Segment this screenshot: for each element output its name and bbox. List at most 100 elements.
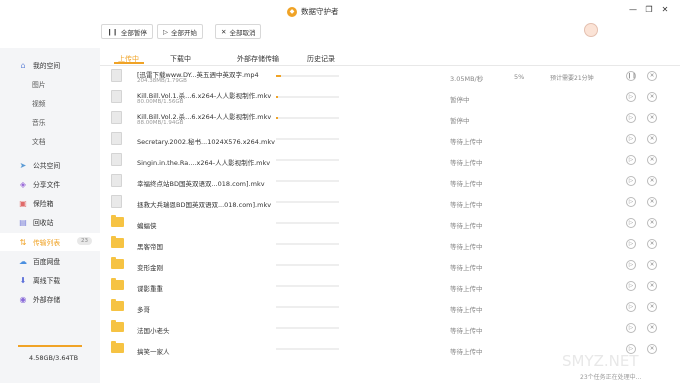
file-size: 204.38MB/1.79GB [137,78,187,84]
list-item[interactable]: 谍影重重 等待上传中 ▷ ✕ [100,276,680,297]
transfer-status: 等待上传中 [450,180,483,188]
progress-bar [276,264,339,266]
storage-usage-bar [18,345,82,347]
cancel-task-button[interactable]: ✕ [647,197,657,207]
cancel-task-button[interactable]: ✕ [647,218,657,228]
pause-all-button[interactable]: ❙❙ 全部暂停 [101,24,153,39]
active-tab-indicator [114,62,144,64]
cancel-task-button[interactable]: ✕ [647,155,657,165]
list-item[interactable]: [迅雷下载www.DY...英五週中英双字.mp4 204.38MB/1.79GB… [100,66,680,87]
cancel-task-button[interactable]: ✕ [647,323,657,333]
start-task-button[interactable]: ▷ [626,113,636,123]
start-task-button[interactable]: ▷ [626,323,636,333]
safe-icon: ▣ [19,198,27,208]
progress-bar [276,138,339,140]
restore-icon[interactable]: ❐ [642,3,656,17]
list-item[interactable]: 法国小老头 等待上传中 ▷ ✕ [100,318,680,339]
cancel-task-button[interactable]: ✕ [647,281,657,291]
sidebar-item-public-space[interactable]: ➤ 公共空间 [0,156,100,174]
file-name: 蝙蝠侠 [137,222,157,230]
progress-bar [276,348,339,350]
progress-bar [276,159,339,161]
start-task-button[interactable]: ▷ [626,218,636,228]
start-task-button[interactable]: ▷ [626,92,636,102]
list-item[interactable]: Kill.Bill.Vol.1.杀...6.x264-人人影视制作.mkv 80.… [100,87,680,108]
start-task-button[interactable]: ▷ [626,260,636,270]
sidebar-item-baidu-pan[interactable]: ☁ 百度网盘 [0,252,100,270]
pause-icon: ❙❙ [107,27,118,36]
sidebar-item-label: 音乐 [32,119,46,127]
progress-fill [276,75,282,77]
video-file-icon [111,90,122,103]
tab-external-storage-transfer[interactable]: 外部存储传输 [237,54,279,64]
cancel-all-button[interactable]: ✕ 全部取消 [215,24,262,39]
cancel-task-button[interactable]: ✕ [647,134,657,144]
list-item[interactable]: 拯救大兵瑞恩BD国英双语双...018.com].mkv 等待上传中 ▷ ✕ [100,192,680,213]
cancel-task-button[interactable]: ✕ [647,92,657,102]
sidebar-item-label: 图片 [32,81,46,89]
transfer-status: 暂停中 [450,96,470,104]
sidebar-item-my-space[interactable]: ⌂ 我的空间 [0,56,100,74]
sidebar-item-label: 公共空间 [33,162,61,170]
sidebar-item-safe[interactable]: ▣ 保险箱 [0,194,100,212]
start-task-button[interactable]: ▷ [626,281,636,291]
sidebar-item-videos[interactable]: 视频 [0,94,100,112]
progress-bar [276,327,339,329]
pause-all-label: 全部暂停 [120,28,147,37]
app-title: ◆ 数据守护者 [287,6,339,17]
cancel-task-button[interactable]: ✕ [647,260,657,270]
cancel-all-label: 全部取消 [229,28,256,37]
file-name: 搞笑一家人 [137,348,170,356]
start-all-button[interactable]: ▷ 全部开始 [157,24,203,39]
sidebar-item-documents[interactable]: 文档 [0,132,100,150]
title-bar: ◆ 数据守护者 — ❐ ✕ [0,0,680,22]
start-task-button[interactable]: ▷ [626,155,636,165]
minimize-icon[interactable]: — [626,3,640,17]
cancel-task-button[interactable]: ✕ [647,176,657,186]
list-item[interactable]: Secretary.2002.秘书...1024X576.x264.mkv 等待上… [100,129,680,150]
sidebar-item-offline-download[interactable]: ⬇ 离线下载 [0,271,100,289]
sidebar-item-transfer-list[interactable]: ⇅ 传输列表 23 [0,233,100,251]
start-task-button[interactable]: ▷ [626,176,636,186]
start-task-button[interactable]: ▷ [626,197,636,207]
progress-bar [276,75,339,77]
file-size: 80.00MB/1.56GB [137,99,184,105]
cancel-task-button[interactable]: ✕ [647,239,657,249]
start-task-button[interactable]: ▷ [626,302,636,312]
sidebar-item-share-files[interactable]: ◈ 分享文件 [0,175,100,193]
list-item[interactable]: 幸福终点站BD国英双语双...018.com].mkv 等待上传中 ▷ ✕ [100,171,680,192]
sidebar-item-images[interactable]: 图片 [0,75,100,93]
watermark: SMYZ.NET [562,352,639,370]
video-file-icon [111,69,122,82]
transfer-status: 等待上传中 [450,306,483,314]
cancel-task-button[interactable]: ✕ [647,113,657,123]
sidebar-item-recycle-bin[interactable]: ▤ 回收站 [0,213,100,231]
footer-status: 23个任务正在处理中... [580,374,642,381]
file-name: Secretary.2002.秘书...1024X576.x264.mkv [137,138,275,146]
cancel-task-button[interactable]: ✕ [647,302,657,312]
list-item[interactable]: 蝙蝠侠 等待上传中 ▷ ✕ [100,213,680,234]
cancel-icon: ✕ [221,27,227,36]
app-logo-icon: ◆ [287,6,297,17]
tab-history[interactable]: 历史记录 [307,54,335,64]
list-item[interactable]: Singin.in.the.Ra....x264-人人影视制作.mkv 等待上传中… [100,150,680,171]
folder-icon [111,278,124,290]
list-item[interactable]: 黑客帝国 等待上传中 ▷ ✕ [100,234,680,255]
progress-bar [276,201,339,203]
cancel-task-button[interactable]: ✕ [647,344,657,354]
tab-downloading[interactable]: 下载中 [170,54,191,64]
list-item[interactable]: 多哥 等待上传中 ▷ ✕ [100,297,680,318]
sidebar-item-music[interactable]: 音乐 [0,113,100,131]
list-item[interactable]: Kill.Bill.Vol.2.杀...6.x264-人人影视制作.mkv 88.… [100,108,680,129]
sidebar-item-external-storage[interactable]: ◉ 外部存储 [0,290,100,308]
close-icon[interactable]: ✕ [658,3,672,17]
start-task-button[interactable]: ▷ [626,239,636,249]
start-task-button[interactable]: ▷ [626,134,636,144]
transfer-status: 等待上传中 [450,159,483,167]
video-file-icon [111,111,122,124]
list-item[interactable]: 变形金刚 等待上传中 ▷ ✕ [100,255,680,276]
pause-task-button[interactable]: ❙❙ [626,71,636,81]
cancel-task-button[interactable]: ✕ [647,71,657,81]
transfer-status: 等待上传中 [450,285,483,293]
avatar[interactable] [584,23,598,37]
